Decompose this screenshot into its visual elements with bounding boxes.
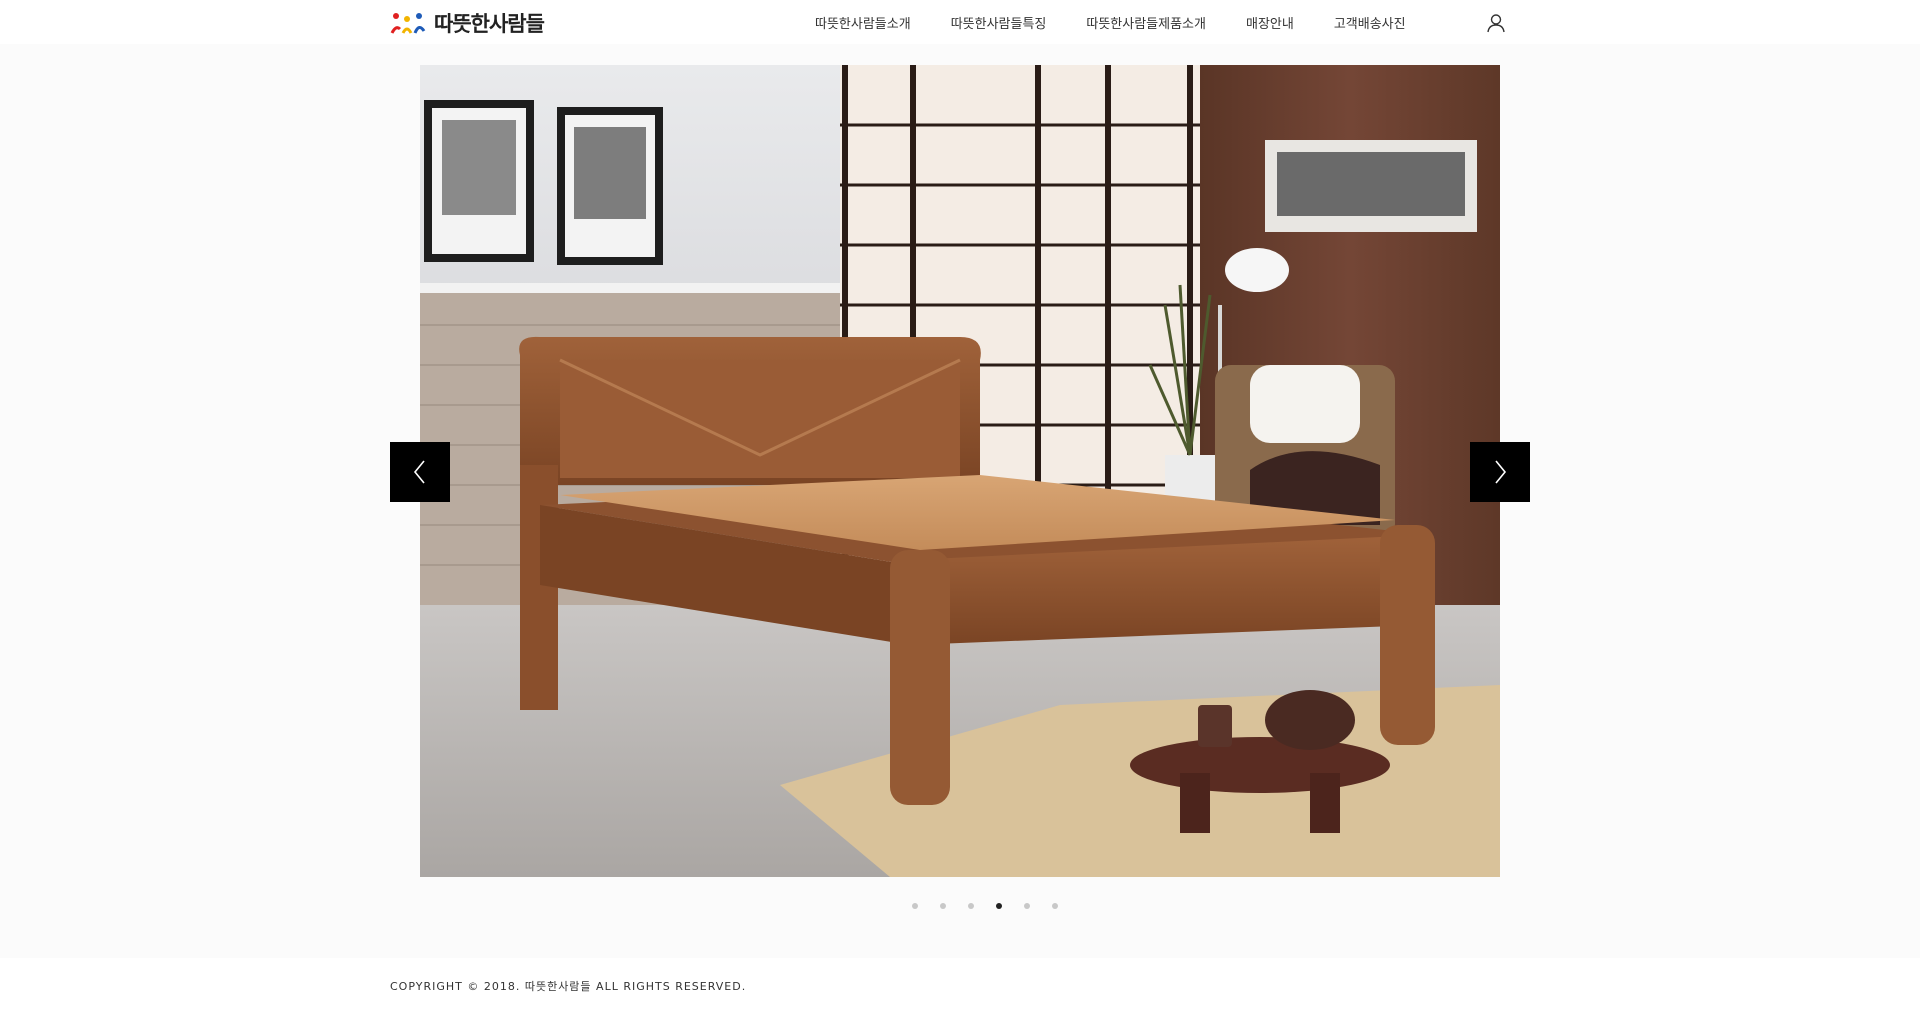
- logo[interactable]: 따뜻한사람들: [390, 10, 545, 36]
- copyright-text: COPYRIGHT © 2018. 따뜻한사람들 ALL RIGHTS RESE…: [390, 980, 747, 993]
- user-icon[interactable]: [1486, 13, 1506, 33]
- nav-item-about[interactable]: 따뜻한사람들소개: [815, 13, 911, 32]
- slider-pagination: [0, 898, 1920, 914]
- site-header: 따뜻한사람들 따뜻한사람들소개 따뜻한사람들특징 따뜻한사람들제품소개 매장안내…: [0, 0, 1920, 44]
- slider-dot-5[interactable]: [1024, 903, 1030, 909]
- site-footer: COPYRIGHT © 2018. 따뜻한사람들 ALL RIGHTS RESE…: [0, 958, 1920, 1020]
- hero-slider: [390, 65, 1530, 877]
- logo-mark-icon: [390, 13, 426, 34]
- main-nav: 따뜻한사람들소개 따뜻한사람들특징 따뜻한사람들제품소개 매장안내 고객배송사진: [815, 0, 1446, 44]
- slider-prev-button[interactable]: [390, 442, 450, 502]
- slider-dot-4[interactable]: [996, 903, 1002, 909]
- slider-dot-1[interactable]: [912, 903, 918, 909]
- nav-item-stores[interactable]: 매장안내: [1246, 13, 1294, 32]
- slider-dot-6[interactable]: [1052, 903, 1058, 909]
- bed-photo: [420, 65, 1500, 877]
- slider-dot-2[interactable]: [940, 903, 946, 909]
- slider-dot-3[interactable]: [968, 903, 974, 909]
- logo-text: 따뜻한사람들: [434, 12, 545, 36]
- nav-item-products[interactable]: 따뜻한사람들제품소개: [1086, 13, 1206, 32]
- slider-next-button[interactable]: [1470, 442, 1530, 502]
- chevron-left-icon: [413, 460, 425, 484]
- slide-image-bedroom-bed: [420, 65, 1500, 877]
- nav-item-delivery-photos[interactable]: 고객배송사진: [1334, 13, 1406, 32]
- nav-item-features[interactable]: 따뜻한사람들특징: [951, 13, 1047, 32]
- chevron-right-icon: [1495, 460, 1507, 484]
